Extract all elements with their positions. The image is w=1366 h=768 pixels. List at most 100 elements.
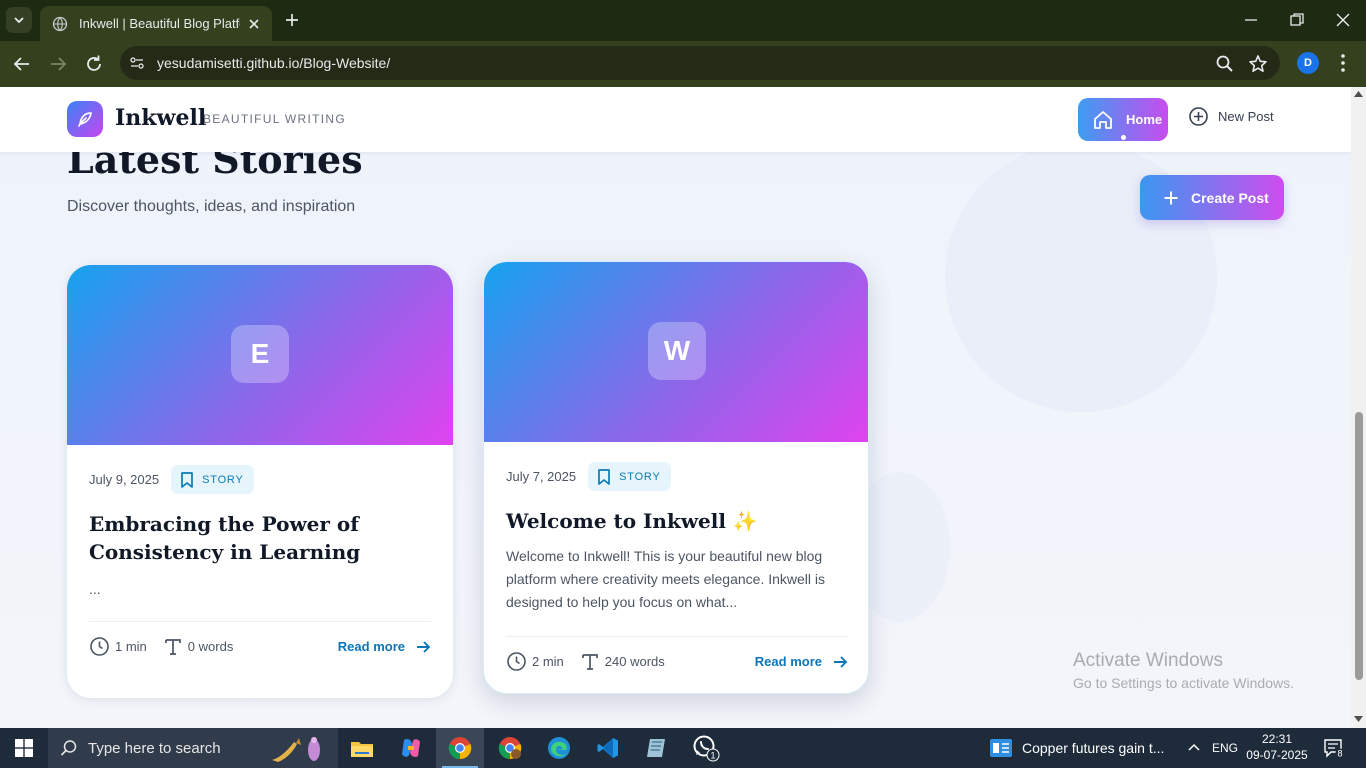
post-title[interactable]: Embracing the Power of Consistency in Le… — [89, 510, 429, 566]
taskbar-edge[interactable] — [535, 728, 583, 768]
whatsapp-icon: 1 — [693, 735, 720, 762]
plus-icon — [1164, 191, 1178, 204]
taskbar-search[interactable]: Type here to search — [48, 728, 338, 768]
taskbar-file-explorer[interactable] — [338, 728, 386, 768]
clock[interactable]: 22:31 09-07-2025 — [1244, 731, 1310, 763]
post-tag[interactable]: STORY — [171, 465, 254, 494]
browser-tab-active[interactable]: Inkwell | Beautiful Blog Platform — [40, 6, 272, 41]
taskbar-whatsapp[interactable]: 1 — [682, 728, 730, 768]
home-icon — [1094, 110, 1112, 129]
close-tab-icon[interactable] — [246, 16, 262, 32]
taskbar-copilot[interactable] — [387, 728, 435, 768]
new-tab-icon[interactable] — [282, 10, 302, 30]
start-button[interactable] — [0, 728, 48, 768]
post-excerpt: Welcome to Inkwell! This is your beautif… — [506, 548, 826, 610]
notes-app-icon — [647, 739, 665, 757]
chrome-profile-icon — [498, 737, 522, 760]
close-window-icon[interactable] — [1333, 10, 1353, 30]
clock-time: 22:31 — [1261, 732, 1293, 746]
read-more-label: Read more — [754, 654, 822, 669]
create-post-button[interactable]: Create Post — [1140, 175, 1284, 220]
post-cover: W — [484, 262, 868, 442]
post-footer: 1 min 0 words Read more — [89, 636, 431, 657]
site-info-icon[interactable] — [120, 55, 154, 71]
page-scrollbar[interactable] — [1351, 87, 1366, 728]
zoom-icon[interactable] — [1214, 53, 1236, 75]
read-more-link[interactable]: Read more — [338, 639, 431, 655]
news-headline: Copper futures gain t... — [1022, 740, 1165, 756]
arrow-right-icon — [417, 640, 431, 653]
news-widget[interactable]: Copper futures gain t... — [990, 728, 1164, 768]
post-title[interactable]: Welcome to Inkwell ✨ — [506, 507, 846, 535]
bookmark-star-icon[interactable] — [1247, 53, 1269, 75]
taskbar-chrome-active[interactable] — [436, 728, 484, 768]
post-footer: 2 min 240 words Read more — [506, 651, 848, 672]
forward-icon[interactable] — [47, 53, 69, 75]
back-icon[interactable] — [11, 53, 33, 75]
vscode-icon — [597, 738, 618, 758]
folder-icon — [351, 742, 373, 757]
edge-icon — [548, 737, 570, 759]
scrollbar-thumb[interactable] — [1355, 412, 1363, 680]
news-icon — [990, 739, 1012, 757]
reload-icon[interactable] — [83, 53, 105, 75]
tray-overflow[interactable] — [1186, 728, 1202, 768]
language-indicator[interactable]: ENG — [1212, 728, 1238, 768]
nav-new-post[interactable]: New Post — [1188, 106, 1274, 127]
address-bar[interactable]: yesudamisetti.github.io/Blog-Website/ — [120, 46, 1280, 80]
brand-name[interactable]: Inkwell — [115, 105, 206, 131]
restore-icon[interactable] — [1287, 10, 1307, 30]
taskbar-chrome-profile[interactable] — [486, 728, 534, 768]
minimize-icon[interactable] — [1241, 10, 1261, 30]
taskbar-vscode[interactable] — [584, 728, 632, 768]
bookmark-icon — [181, 471, 193, 488]
copilot-icon — [402, 739, 420, 757]
taskbar-app-notes[interactable] — [633, 728, 681, 768]
post-meta: July 9, 2025 STORY — [89, 465, 254, 494]
profile-avatar[interactable]: D — [1297, 52, 1319, 74]
feather-icon — [78, 112, 92, 127]
notification-count: 8 — [1337, 748, 1342, 758]
watermark-subtitle: Go to Settings to activate Windows. — [1073, 675, 1294, 691]
clock-icon — [90, 637, 109, 656]
page-viewport: Latest Stories Discover thoughts, ideas,… — [0, 87, 1351, 728]
post-date: July 7, 2025 — [506, 469, 577, 484]
plus-circle-icon — [1189, 107, 1208, 126]
taskbar-search-placeholder: Type here to search — [88, 739, 221, 757]
post-excerpt: ... — [89, 581, 101, 597]
read-time-value: 1 min — [115, 639, 147, 654]
active-indicator — [1121, 135, 1126, 140]
watermark-title: Activate Windows — [1073, 650, 1223, 671]
chrome-icon — [448, 737, 472, 760]
browser-toolbar: yesudamisetti.github.io/Blog-Website/ — [0, 41, 1366, 87]
tab-title: Inkwell | Beautiful Blog Platform — [79, 16, 240, 31]
url-path: /Blog-Website/ — [299, 55, 391, 71]
chevron-down-icon — [14, 17, 24, 24]
windows-logo-icon — [15, 739, 33, 757]
word-count-value: 240 words — [604, 654, 665, 669]
nav-home-label: Home — [1126, 112, 1163, 127]
notification-icon[interactable]: 8 — [1323, 738, 1345, 758]
url-text: yesudamisetti.github.io/Blog-Website/ — [157, 55, 390, 71]
tab-search-button[interactable] — [6, 7, 32, 33]
scroll-down-icon[interactable] — [1354, 716, 1363, 722]
read-time: 2 min — [506, 651, 564, 672]
divider — [89, 621, 431, 622]
word-count: 0 words — [163, 637, 233, 657]
read-more-link[interactable]: Read more — [755, 654, 848, 670]
post-card[interactable]: E July 9, 2025 STORY Embracing the Power… — [67, 265, 453, 698]
clock-date: 09-07-2025 — [1246, 748, 1308, 762]
text-icon — [164, 638, 181, 655]
post-tag-label: STORY — [202, 473, 244, 486]
post-card[interactable]: W July 7, 2025 STORY Welcome to Inkwell … — [483, 261, 869, 694]
menu-kebab-icon[interactable] — [1334, 51, 1352, 75]
logo[interactable] — [67, 101, 103, 137]
nav-new-post-label: New Post — [1218, 109, 1274, 124]
post-cover: E — [67, 265, 453, 445]
post-tag-label: STORY — [619, 470, 661, 483]
post-tag[interactable]: STORY — [588, 462, 671, 491]
post-meta: July 7, 2025 STORY — [506, 462, 671, 491]
scroll-up-icon[interactable] — [1354, 91, 1363, 97]
nav-home[interactable]: Home — [1078, 98, 1168, 141]
create-post-label: Create Post — [1191, 189, 1269, 206]
